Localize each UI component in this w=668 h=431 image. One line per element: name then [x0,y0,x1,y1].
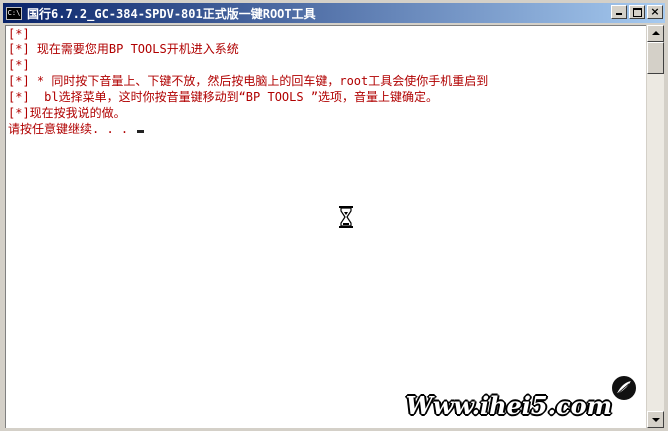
console-output[interactable]: [*] [*] 现在需要您用BP TOOLS开机进入系统 [*] [*] * 同… [5,25,646,428]
console-line-2: [*] 现在需要您用BP TOOLS开机进入系统 [8,42,239,56]
arrow-down-icon [652,418,660,422]
hourglass-icon [339,206,353,228]
console-line-4: [*] * 同时按下音量上、下键不放，然后按电脑上的回车键，root工具会使你手… [8,74,489,88]
console-line-3: [*] [8,58,30,72]
console-prompt: 请按任意键继续. . . [8,122,136,136]
minimize-button[interactable] [611,5,627,19]
console-icon[interactable]: C:\ [6,6,22,20]
console-line-6: [*]现在按我说的做。 [8,106,126,120]
scroll-down-button[interactable] [647,411,664,428]
close-button[interactable]: × [647,5,663,19]
vertical-scrollbar[interactable] [647,25,664,428]
console-prompt-line: 请按任意键继续. . . [8,122,145,137]
arrow-up-icon [652,31,660,35]
maximize-button[interactable] [629,5,645,19]
text-cursor [137,130,145,133]
scroll-thumb[interactable] [647,42,664,74]
window-title: 国行6.7.2_GC-384-SPDV-801正式版一键ROOT工具 [27,6,316,21]
console-line-5: [*] bl选择菜单，这时你按音量键移动到“BP TOOLS ”选项，音量上键确… [8,90,439,104]
console-window: C:\ 国行6.7.2_GC-384-SPDV-801正式版一键ROOT工具 ×… [0,0,668,431]
title-buttons: × [609,5,663,19]
console-line-1: [*] [8,27,30,41]
title-bar[interactable]: C:\ 国行6.7.2_GC-384-SPDV-801正式版一键ROOT工具 × [3,3,665,23]
scroll-up-button[interactable] [647,25,664,42]
feather-logo-icon [610,374,638,402]
watermark-text: Www.ihei5.com [405,391,612,420]
